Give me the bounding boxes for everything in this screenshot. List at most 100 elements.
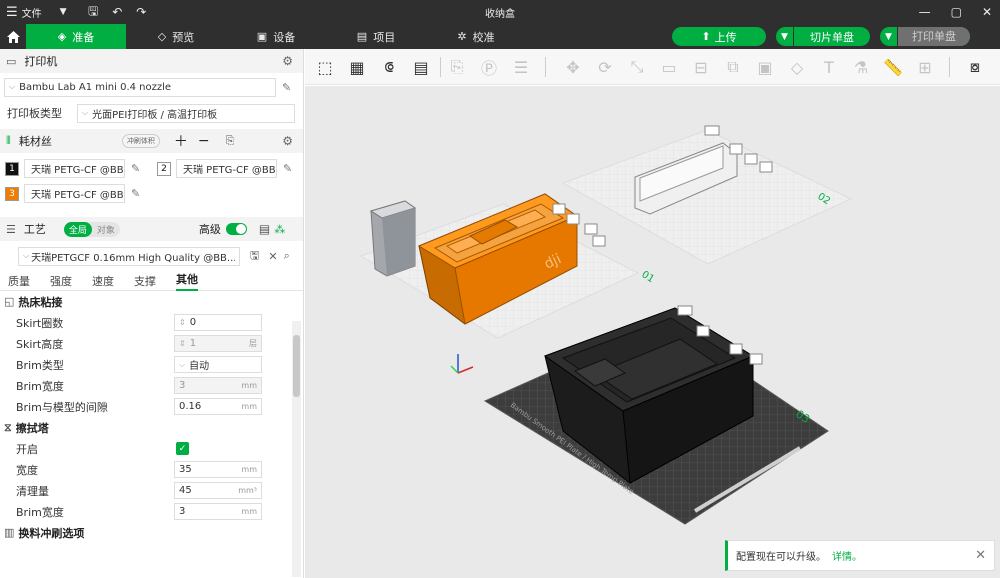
gear-icon[interactable]: ⚙ <box>282 134 293 148</box>
remove-icon[interactable]: − <box>198 133 210 149</box>
param-select[interactable]: ⌵ 自动 <box>174 356 262 373</box>
param-input[interactable]: ⇕ 0 <box>174 314 262 331</box>
param-input[interactable]: 0.16 mm <box>174 398 262 415</box>
minimize-icon[interactable]: — <box>919 5 931 19</box>
filament-item-2[interactable]: 2 天瑞 PETG-CF @BB... ✎ <box>157 159 292 178</box>
tab-device[interactable]: ▣ 设备 <box>226 24 326 49</box>
auto-orient-icon[interactable]: ⟃ <box>377 55 401 79</box>
plate-lock-icon[interactable] <box>696 325 710 337</box>
details-link[interactable]: 详情。 <box>832 548 862 563</box>
undo-icon[interactable]: ↶ <box>112 5 122 19</box>
subtab-speed[interactable]: 速度 <box>92 273 114 289</box>
tab-calibration[interactable]: ✲ 校准 <box>426 24 526 49</box>
move-icon[interactable]: ✥ <box>561 55 585 79</box>
flush-volume-button[interactable]: 冲刷体积 <box>121 134 160 148</box>
edit-icon[interactable]: ✎ <box>282 81 291 94</box>
filament-name[interactable]: 天瑞 PETG-CF @BB... <box>24 184 125 203</box>
subtab-strength[interactable]: 强度 <box>50 273 72 289</box>
plate-close-icon[interactable] <box>677 305 693 316</box>
plate-lock-icon[interactable] <box>552 203 566 215</box>
add-object-icon[interactable]: ⬚ <box>313 55 337 79</box>
param-input[interactable]: 45 mm³ <box>174 482 262 499</box>
param-input[interactable]: 3 mm <box>174 503 262 520</box>
tab-preview[interactable]: ◇ 预览 <box>126 24 226 49</box>
search-icon[interactable]: ⌕ <box>284 249 290 263</box>
upload-button[interactable]: ⬆ 上传 <box>672 27 766 46</box>
global-object-toggle[interactable]: 全局 对象 <box>63 221 120 237</box>
plate-02[interactable]: 02 <box>561 125 853 265</box>
measure-icon[interactable]: 📏 <box>881 55 905 79</box>
edit-icon[interactable]: ✎ <box>131 162 140 175</box>
plate-01[interactable]: 01 dji <box>359 193 656 339</box>
cut-icon[interactable]: ⊟ <box>689 55 713 79</box>
toggle-object[interactable]: 对象 <box>92 222 120 237</box>
support-paint-icon[interactable]: ▣ <box>753 55 777 79</box>
spin-icon[interactable]: ⇕ <box>179 318 186 327</box>
gear-icon[interactable]: ⚙ <box>282 54 293 68</box>
edit-icon[interactable]: ✎ <box>131 187 140 200</box>
plate-settings-icon[interactable] <box>744 153 758 165</box>
param-input[interactable]: 35 mm <box>174 461 262 478</box>
filament-name[interactable]: 天瑞 PETG-CF @BB... <box>24 159 125 178</box>
sync-icon[interactable]: ⎘ <box>226 134 235 148</box>
layers-icon[interactable]: ☰ <box>509 55 533 79</box>
subtab-support[interactable]: 支撑 <box>134 273 156 289</box>
plate-close-icon[interactable] <box>704 125 720 136</box>
filament-item-3[interactable]: 3 天瑞 PETG-CF @BB... ✎ <box>5 184 140 203</box>
copy-icon[interactable]: ⎘ <box>445 55 469 79</box>
plate-settings-icon[interactable] <box>566 213 580 225</box>
grid-icon[interactable]: ⁂ <box>274 223 285 236</box>
plate-settings-icon-3[interactable] <box>592 235 606 247</box>
plate-settings-icon[interactable] <box>729 343 743 355</box>
printer-select[interactable]: ⌵ Bambu Lab A1 mini 0.4 nozzle <box>4 77 276 97</box>
checkbox-checked[interactable]: ✓ <box>176 442 189 455</box>
tab-project[interactable]: ▤ 项目 <box>326 24 426 49</box>
add-icon[interactable]: ＋ <box>174 131 188 151</box>
scrollbar-thumb[interactable] <box>293 335 300 397</box>
assembly-icon[interactable]: ⊞ <box>913 55 937 79</box>
object-prime-tower[interactable] <box>369 200 417 277</box>
plate-settings-icon-2[interactable] <box>584 223 598 235</box>
paste-icon[interactable]: Ⓟ <box>477 55 501 79</box>
text-icon[interactable]: T <box>817 55 841 79</box>
boolean-icon[interactable]: ⧉ <box>721 55 745 79</box>
edit-icon[interactable]: ✎ <box>283 162 292 175</box>
redo-icon[interactable]: ↷ <box>136 5 146 19</box>
maximize-icon[interactable]: ▢ <box>951 5 962 19</box>
filament-name[interactable]: 天瑞 PETG-CF @BB... <box>176 159 277 178</box>
add-plate-icon[interactable]: ▦ <box>345 55 369 79</box>
slice-plate-button[interactable]: ▼ 切片单盘 <box>776 27 870 46</box>
chevron-down-icon[interactable]: ▼ <box>776 27 794 46</box>
scrollbar[interactable] <box>292 321 301 577</box>
plate-type-select[interactable]: ⌵ 光面PEI打印板 / 高温打印板 <box>77 103 295 123</box>
plate-03[interactable]: 03 Bambu Smooth PEI Plate / High Temp Pl… <box>483 305 829 525</box>
close-icon[interactable]: ✕ <box>982 5 992 19</box>
color-paint-icon[interactable]: ⚗ <box>849 55 873 79</box>
filament-item-1[interactable]: 1 天瑞 PETG-CF @BB... ✎ <box>5 159 140 178</box>
plate-settings-icon-2[interactable] <box>759 161 773 173</box>
subtab-quality[interactable]: 质量 <box>8 273 30 289</box>
lay-on-face-icon[interactable]: ▭ <box>657 55 681 79</box>
print-plate-button[interactable]: ▼ 打印单盘 <box>880 27 970 46</box>
chevron-down-icon[interactable]: ▼ <box>880 27 898 46</box>
seam-paint-icon[interactable]: ◇ <box>785 55 809 79</box>
view-settings-icon[interactable]: ⧇ <box>963 55 987 79</box>
plate-settings-icon-2[interactable] <box>749 353 763 365</box>
close-icon[interactable]: ✕ <box>975 548 986 563</box>
file-menu[interactable]: ☰ 文件 ▼ <box>0 5 74 20</box>
advanced-switch[interactable] <box>225 223 247 235</box>
toggle-global[interactable]: 全局 <box>63 221 92 237</box>
3d-viewport[interactable]: 02 01 dji 03 Bambu Smooth PEI Plate / Hi… <box>305 86 1000 578</box>
home-icon[interactable] <box>0 24 26 49</box>
subtab-others[interactable]: 其他 <box>176 271 198 291</box>
plate-lock-icon[interactable] <box>729 143 743 155</box>
save-icon[interactable]: 🖫 <box>88 2 98 23</box>
process-preset-select[interactable]: ⌵ 天瑞PETGCF 0.16mm High Quality @BB... <box>18 246 240 266</box>
compare-icon[interactable]: ▤ <box>259 222 270 236</box>
tab-prepare[interactable]: ◈ 准备 <box>26 24 126 49</box>
arrange-icon[interactable]: ▤ <box>409 55 433 79</box>
scale-icon[interactable]: ⤡ <box>625 55 649 79</box>
close-icon[interactable]: ✕ <box>268 250 277 263</box>
rotate-icon[interactable]: ⟳ <box>593 55 617 79</box>
save-icon[interactable]: 🖫 <box>250 247 259 266</box>
